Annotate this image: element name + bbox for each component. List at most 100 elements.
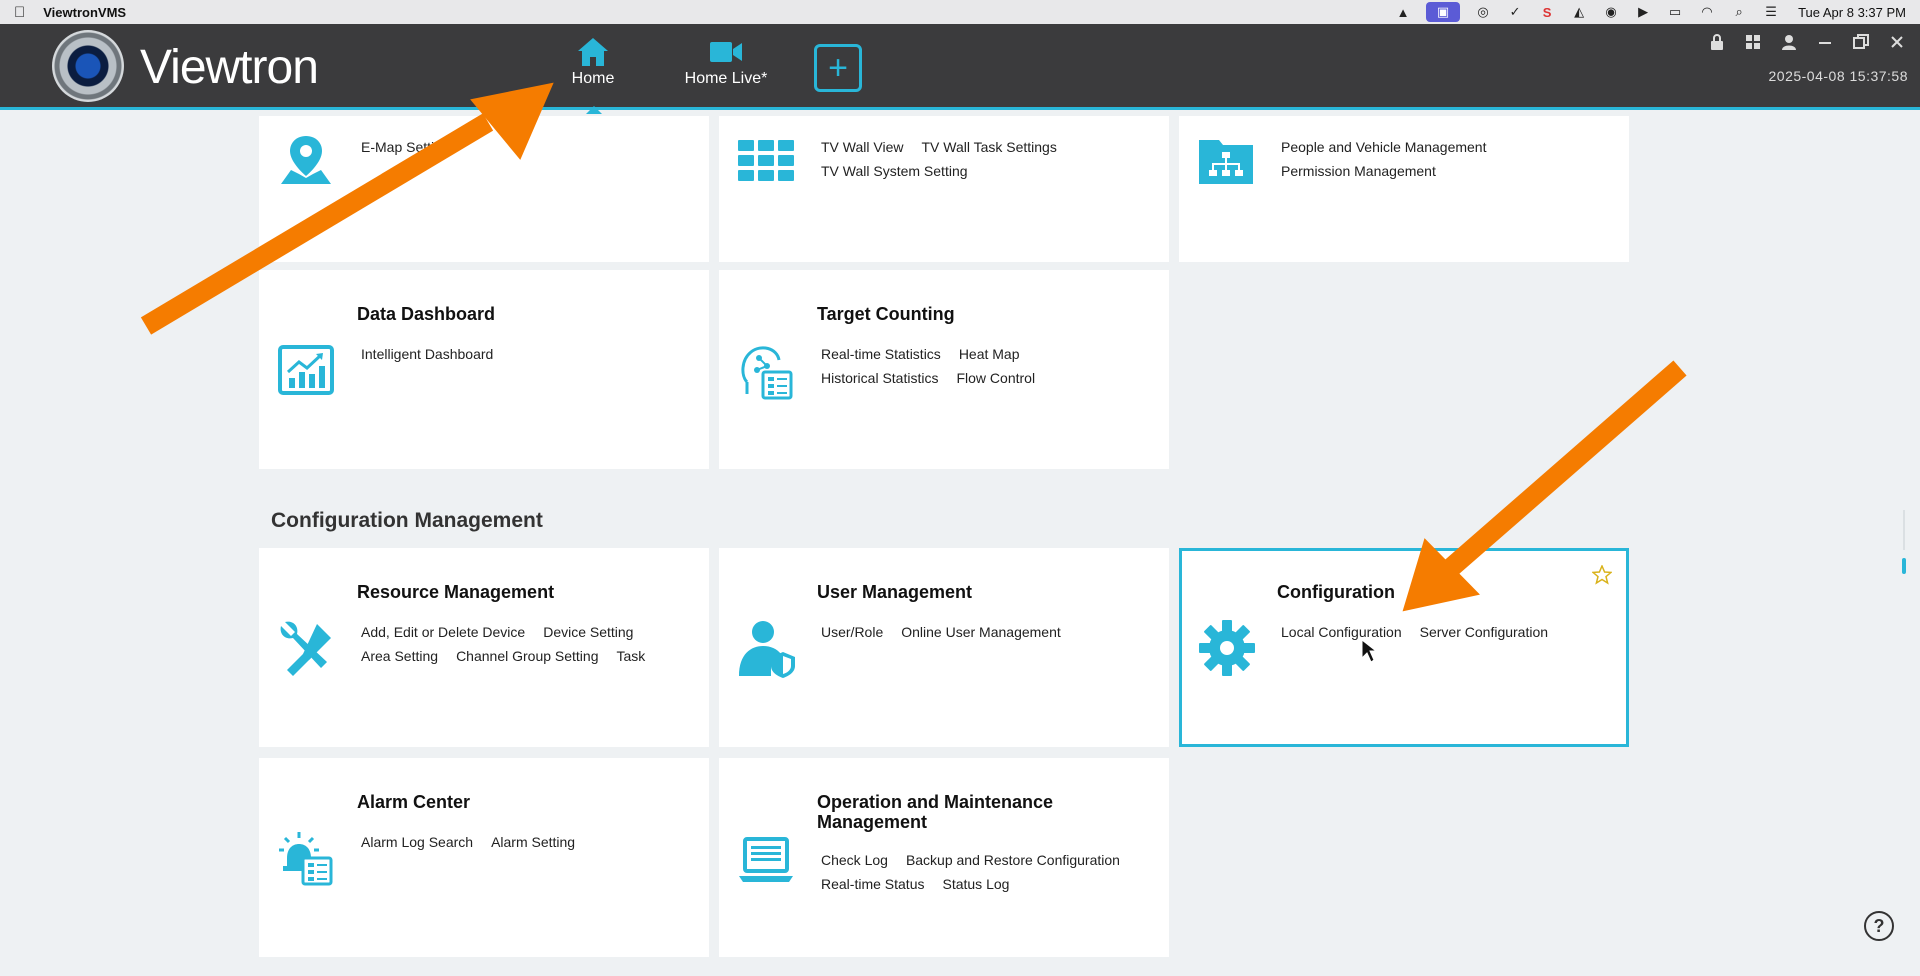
link-local-configuration[interactable]: Local Configuration [1281,624,1402,640]
check-icon[interactable]: ✓ [1506,4,1524,20]
section-title-configuration-management: Configuration Management [271,509,543,532]
nav-home[interactable]: Home [556,34,630,114]
main-content: E-Map Setting TV Wall View TV Wall Task … [0,113,1920,976]
header-datetime: 2025-04-08 15:37:58 [1768,68,1908,84]
drive-icon[interactable]: ◭ [1570,4,1588,20]
link-heat-map[interactable]: Heat Map [959,346,1020,362]
menubar-clock[interactable]: Tue Apr 8 3:37 PM [1798,5,1906,20]
nav-home-live[interactable]: Home Live* [680,34,772,88]
link-add-edit-delete-device[interactable]: Add, Edit or Delete Device [361,624,525,640]
scrollbar-thumb[interactable] [1902,558,1906,574]
card-emap-links: E-Map Setting [361,139,701,155]
link-channel-group-setting[interactable]: Channel Group Setting [456,648,598,664]
laptop-log-icon [737,836,795,894]
battery-icon[interactable]: ▭ [1666,4,1684,20]
lock-icon[interactable] [1708,34,1726,55]
card-title: Resource Management [357,582,555,602]
link-device-setting[interactable]: Device Setting [543,624,633,640]
layout-grid-icon[interactable] [1744,34,1762,55]
card-title: Alarm Center [357,792,471,812]
window-controls [1708,34,1906,55]
card-title: Target Counting [817,304,955,324]
card-resource-management[interactable]: Resource Management Add, Edit or Delete … [259,548,709,747]
menubar-tray: ▲ ▣ ◎ ✓ S ◭ ◉ ▶ ▭ ◠ ⌕ ☰ Tue Apr 8 3:37 P… [1394,2,1906,22]
play-icon[interactable]: ▶ [1634,4,1652,20]
card-title: Operation and Maintenance Management [817,792,1054,832]
card-data-dashboard-links: Intelligent Dashboard [361,346,701,362]
scrollbar-track[interactable] [1903,510,1905,550]
favorite-star-icon[interactable] [1591,564,1613,585]
link-tv-wall-view[interactable]: TV Wall View [821,139,903,155]
card-target-counting[interactable]: Target Counting Real-time Statistics Hea… [719,270,1169,469]
link-tv-wall-system-setting[interactable]: TV Wall System Setting [821,163,968,179]
head-analytics-icon [737,342,795,400]
brand-name: Viewtron [140,41,319,94]
link-historical-statistics[interactable]: Historical Statistics [821,370,938,386]
card-tv-wall-links: TV Wall View TV Wall Task Settings TV Wa… [821,139,1161,179]
nav-home-live-label: Home Live* [684,70,768,87]
chart-icon [277,344,335,402]
link-realtime-statistics[interactable]: Real-time Statistics [821,346,941,362]
control-center-icon[interactable]: ☰ [1762,4,1780,20]
link-user-role[interactable]: User/Role [821,624,883,640]
link-server-configuration[interactable]: Server Configuration [1420,624,1548,640]
screen-record-icon[interactable]: ▣ [1426,2,1461,22]
close-icon[interactable] [1888,34,1906,55]
card-configuration-links: Local Configuration Server Configuration [1281,624,1611,640]
card-title: Data Dashboard [357,304,496,324]
gear-icon [1197,618,1255,676]
s-app-icon[interactable]: S [1538,4,1556,20]
link-tv-wall-task-settings[interactable]: TV Wall Task Settings [921,139,1056,155]
link-alarm-log-search[interactable]: Alarm Log Search [361,834,473,850]
card-resource-management-links: Add, Edit or Delete Device Device Settin… [361,624,691,664]
link-status-log[interactable]: Status Log [942,876,1009,892]
link-permission-management[interactable]: Permission Management [1281,163,1436,179]
mac-menu-bar:  ViewtronVMS ▲ ▣ ◎ ✓ S ◭ ◉ ▶ ▭ ◠ ⌕ ☰ Tu… [0,0,1920,24]
link-alarm-setting[interactable]: Alarm Setting [491,834,575,850]
card-user-management[interactable]: User Management User/Role Online User Ma… [719,548,1169,747]
apple-icon[interactable]:  [14,4,25,21]
link-backup-restore-configuration[interactable]: Backup and Restore Configuration [906,852,1120,868]
link-area-setting[interactable]: Area Setting [361,648,438,664]
org-folder-icon [1197,134,1255,192]
card-title: User Management [817,582,973,602]
minimize-icon[interactable] [1816,34,1834,55]
card-configuration[interactable]: Configuration Local Configuration Server… [1179,548,1629,747]
map-pin-icon [277,132,335,190]
viewtron-logo [52,30,124,102]
card-operation-maintenance[interactable]: Operation and Maintenance Management Che… [719,758,1169,957]
link-people-vehicle-management[interactable]: People and Vehicle Management [1281,139,1486,155]
app-header: Viewtron Home Home Live* + 2025-04-08 15… [0,24,1920,114]
link-flow-control[interactable]: Flow Control [956,370,1035,386]
home-icon [556,34,630,70]
link-realtime-status[interactable]: Real-time Status [821,876,924,892]
restore-icon[interactable] [1852,34,1870,55]
sync-icon[interactable]: ◎ [1474,4,1492,20]
card-emap[interactable]: E-Map Setting [259,116,709,262]
card-alarm-center-links: Alarm Log Search Alarm Setting [361,834,691,850]
wifi-icon[interactable]: ◠ [1698,4,1716,20]
card-user-management-links: User/Role Online User Management [821,624,1151,640]
card-people-vehicle[interactable]: People and Vehicle Management Permission… [1179,116,1629,262]
add-tab-button[interactable]: + [814,44,862,92]
user-icon[interactable] [1780,34,1798,55]
card-title: Configuration [1277,582,1395,602]
link-task[interactable]: Task [617,648,646,664]
help-button[interactable]: ? [1864,911,1894,941]
spotlight-search-icon[interactable]: ⌕ [1730,4,1748,20]
card-alarm-center[interactable]: Alarm Center Alarm Log Search Alarm Sett… [259,758,709,957]
card-data-dashboard[interactable]: Data Dashboard Intelligent Dashboard [259,270,709,469]
cone-icon[interactable]: ▲ [1394,4,1412,20]
card-target-counting-links: Real-time Statistics Heat Map Historical… [821,346,1041,386]
card-tv-wall[interactable]: TV Wall View TV Wall Task Settings TV Wa… [719,116,1169,262]
video-camera-icon [680,34,772,70]
user-shield-icon [737,618,795,678]
link-online-user-management[interactable]: Online User Management [901,624,1061,640]
link-emap-setting[interactable]: E-Map Setting [361,139,450,155]
link-intelligent-dashboard[interactable]: Intelligent Dashboard [361,346,493,362]
card-people-vehicle-links: People and Vehicle Management Permission… [1281,139,1611,179]
user-circle-icon[interactable]: ◉ [1602,4,1620,20]
tv-wall-icon [737,138,795,196]
link-check-log[interactable]: Check Log [821,852,888,868]
menubar-app-name[interactable]: ViewtronVMS [43,5,126,20]
